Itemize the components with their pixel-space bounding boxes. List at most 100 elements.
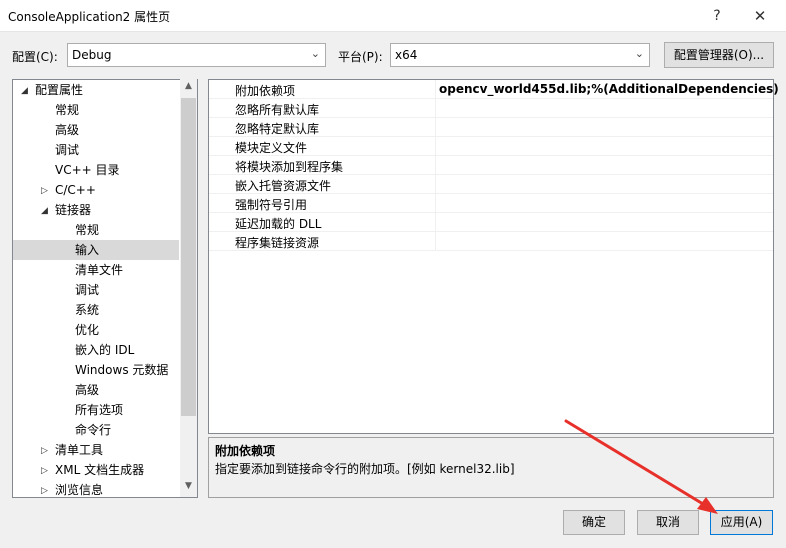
property-row[interactable]: 强制符号引用 [209,194,773,213]
tree-item[interactable]: VC++ 目录 [13,160,179,180]
apply-button[interactable]: 应用(A) [710,510,773,535]
property-name: 强制符号引用 [235,198,308,212]
tree-item[interactable]: 常规 [13,100,179,120]
tree-item-label: 常规 [75,223,100,237]
property-row[interactable]: 程序集链接资源 [209,232,773,251]
chevron-down-icon: ⌄ [310,47,320,60]
description-panel: 附加依赖项 指定要添加到链接命令行的附加项。[例如 kernel32.lib] [208,437,774,498]
tree-scroll-thumb[interactable] [181,98,196,416]
property-row[interactable]: 嵌入托管资源文件 [209,175,773,194]
tree-item-label: 清单文件 [75,263,124,277]
tree-item-label: 嵌入的 IDL [75,343,135,357]
tree-item[interactable]: 高级 [13,120,179,140]
tree-item[interactable]: 高级 [13,380,179,400]
property-name: 附加依赖项 [235,84,296,98]
config-manager-button[interactable]: 配置管理器(O)... [664,42,774,68]
tree-item-label: C/C++ [55,183,96,197]
tree-item-label: VC++ 目录 [55,163,120,177]
ok-button[interactable]: 确定 [563,510,625,535]
collapsed-icon[interactable]: ▷ [41,181,48,201]
tree-item[interactable]: 调试 [13,280,179,300]
tree-item-label: 系统 [75,303,100,317]
property-name: 忽略所有默认库 [235,103,320,117]
platform-select[interactable]: x64 ⌄ [390,43,650,67]
expanded-icon[interactable]: ◢ [21,81,28,101]
description-title: 附加依赖项 [215,444,276,458]
column-divider [435,137,436,156]
property-row[interactable]: 将模块添加到程序集 [209,156,773,175]
tree-item-label: 所有选项 [75,403,124,417]
property-name: 将模块添加到程序集 [235,160,344,174]
property-row[interactable]: 忽略所有默认库 [209,99,773,118]
tree-item[interactable]: 系统 [13,300,179,320]
column-divider [435,80,436,99]
column-divider [435,194,436,213]
property-row[interactable]: 延迟加载的 DLL [209,213,773,232]
tree-item[interactable]: ▷ 浏览信息 [13,480,179,497]
column-divider [435,213,436,232]
tree-item[interactable]: 嵌入的 IDL [13,340,179,360]
tree-item[interactable]: 优化 [13,320,179,340]
collapsed-icon[interactable]: ▷ [41,441,48,461]
tree-item-label: 清单工具 [55,443,104,457]
tree-item-label: 配置属性 [35,83,84,97]
column-divider [435,118,436,137]
platform-label: 平台(P): [338,50,383,64]
tree-item-label: Windows 元数据 [75,363,169,377]
description-text: 指定要添加到链接命令行的附加项。[例如 kernel32.lib] [215,462,515,476]
scroll-up-icon[interactable]: ▲ [181,81,196,98]
tree-item[interactable]: 清单文件 [13,260,179,280]
config-select[interactable]: Debug ⌄ [67,43,326,67]
tree-item-label: 高级 [55,123,80,137]
property-row[interactable]: 附加依赖项 opencv_world455d.lib;%(AdditionalDe… [209,80,779,99]
property-name: 延迟加载的 DLL [235,217,322,231]
tree-item-label: 调试 [75,283,100,297]
config-value: Debug [72,48,112,62]
tree-item-label: 高级 [75,383,100,397]
tree-item-label: 命令行 [75,423,112,437]
tree-item-label: 常规 [55,103,80,117]
property-row[interactable]: 忽略特定默认库 [209,118,773,137]
expanded-icon[interactable]: ◢ [41,201,48,221]
column-divider [435,175,436,194]
property-name: 程序集链接资源 [235,236,320,250]
window-title: ConsoleApplication2 属性页 [8,10,171,24]
property-grid: 附加依赖项 opencv_world455d.lib;%(AdditionalDe… [208,79,779,434]
property-name: 模块定义文件 [235,141,308,155]
tree-item[interactable]: ▷ 清单工具 [13,440,179,460]
cancel-button[interactable]: 取消 [637,510,699,535]
column-divider [435,156,436,175]
scroll-down-icon[interactable]: ▼ [181,481,196,498]
help-button[interactable]: ? [703,4,731,28]
column-divider [435,99,436,118]
property-name: 忽略特定默认库 [235,122,320,136]
tree-item-label: 链接器 [55,203,92,217]
tree-item[interactable]: 调试 [13,140,179,160]
tree-item[interactable]: 命令行 [13,420,179,440]
column-divider [435,232,436,251]
tree-item[interactable]: 所有选项 [13,400,179,420]
tree-item-label: 输入 [75,243,100,257]
chevron-down-icon: ⌄ [634,47,644,60]
collapsed-icon[interactable]: ▷ [41,461,48,481]
tree-item[interactable]: 常规 [13,220,179,240]
tree-item[interactable]: ▷ C/C++ [13,180,179,200]
close-button[interactable]: ✕ [746,4,774,28]
tree-item-label: 浏览信息 [55,483,104,497]
tree-item[interactable]: ◢ 链接器 [13,200,179,220]
property-tree: ◢ 配置属性 常规 高级 调试 VC++ 目录 ▷ C/C++ ◢ 链接器 常规 输入 清单文件 调试 系统… [12,79,198,498]
tree-item[interactable]: ▷ XML 文档生成器 [13,460,179,480]
property-row[interactable]: 模块定义文件 [209,137,773,156]
tree-item-label: 优化 [75,323,100,337]
platform-value: x64 [395,48,418,62]
config-label: 配置(C): [12,50,58,64]
tree-item[interactable]: ◢ 配置属性 [13,80,179,100]
property-name: 嵌入托管资源文件 [235,179,332,193]
tree-item[interactable]: 输入 [13,240,179,260]
collapsed-icon[interactable]: ▷ [41,481,48,497]
tree-item[interactable]: Windows 元数据 [13,360,179,380]
tree-item-label: XML 文档生成器 [55,463,145,477]
title-bar: ConsoleApplication2 属性页 ? ✕ [0,0,786,32]
property-value[interactable]: opencv_world455d.lib;%(AdditionalDepende… [439,82,779,96]
tree-item-label: 调试 [55,143,80,157]
